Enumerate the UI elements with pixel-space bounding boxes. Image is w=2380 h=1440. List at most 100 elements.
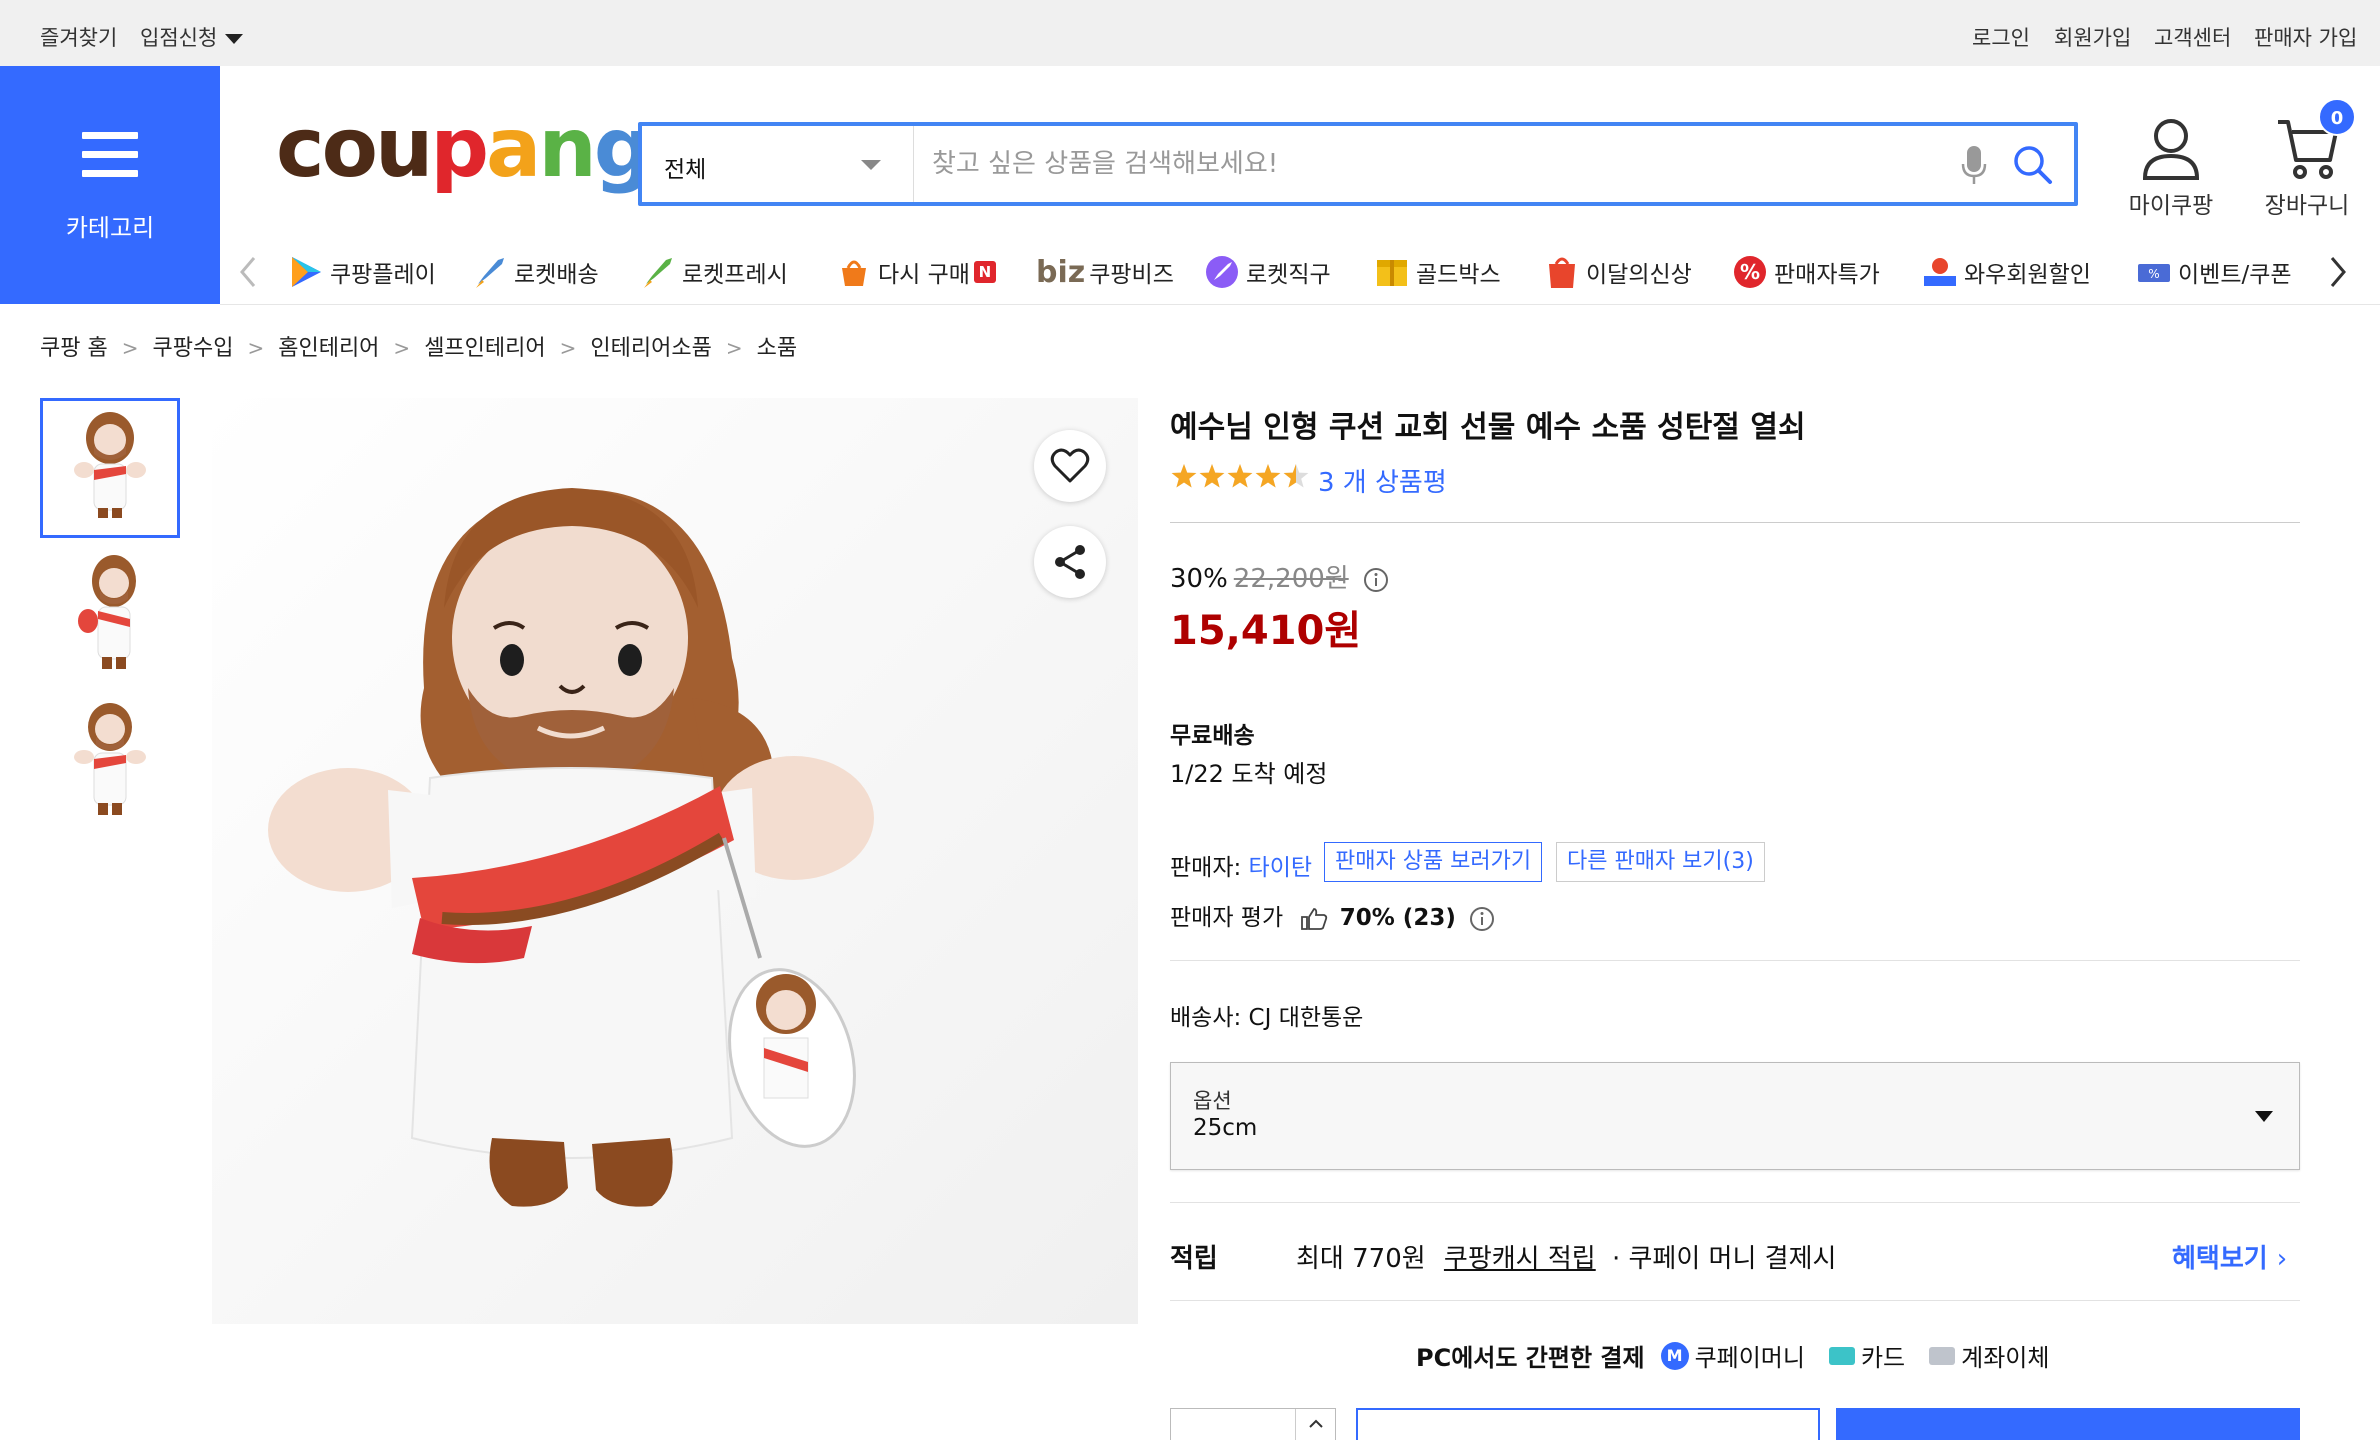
- partner-apply-link[interactable]: 입점신청: [140, 22, 244, 52]
- new-icon: [1549, 257, 1575, 288]
- mycoupang-button[interactable]: 마이쿠팡: [2118, 116, 2224, 220]
- sale-price: 15,410원: [1170, 608, 1362, 654]
- search-icon[interactable]: [2012, 144, 2054, 186]
- shortcut-repurchase[interactable]: 다시 구매 N: [836, 248, 996, 296]
- star-filled-icon: [1227, 464, 1253, 488]
- seller-name-link[interactable]: 타이탄: [1249, 855, 1312, 881]
- shortcut-seller-deal[interactable]: % 판매자특가: [1732, 248, 1880, 296]
- benefit-link[interactable]: 혜택보기 ›: [2172, 1238, 2287, 1275]
- product-thumbnail[interactable]: [40, 398, 180, 538]
- rocket-fresh-icon: [644, 258, 672, 288]
- product-thumbnail[interactable]: [40, 694, 180, 834]
- option-select[interactable]: 옵션 25cm: [1170, 1062, 2300, 1170]
- shortcut-rocket-global[interactable]: 로켓직구: [1204, 248, 1331, 296]
- share-icon: [1055, 545, 1085, 579]
- breadcrumb-item[interactable]: 소품: [757, 336, 797, 361]
- breadcrumb-item[interactable]: 쿠팡 홈: [40, 336, 108, 361]
- shortcut-rocket-delivery[interactable]: 로켓배송: [472, 248, 599, 296]
- thumbs-up-icon: [1301, 907, 1328, 930]
- breadcrumb-item[interactable]: 셀프인테리어: [424, 336, 545, 361]
- coupang-logo[interactable]: coupang: [276, 108, 652, 190]
- chevron-right-icon[interactable]: [2328, 256, 2348, 288]
- add-to-cart-button[interactable]: [1356, 1408, 1820, 1440]
- reward-label: 적립: [1170, 1244, 1218, 1274]
- divider: [1170, 960, 2300, 961]
- option-value: 25cm: [1193, 1115, 1258, 1141]
- customer-center-link[interactable]: 고객센터: [2154, 22, 2231, 52]
- cart-count-badge: 0: [2318, 98, 2356, 136]
- signup-link[interactable]: 회원가입: [2054, 22, 2131, 52]
- seller-signup-link[interactable]: 판매자 가입: [2254, 22, 2357, 52]
- chevron-up-icon: [1309, 1419, 1323, 1428]
- breadcrumb-item[interactable]: 홈인테리어: [278, 336, 379, 361]
- info-icon[interactable]: [1363, 567, 1389, 593]
- category-label: 카테고리: [65, 214, 155, 242]
- microphone-icon[interactable]: [1960, 144, 1988, 186]
- card-icon: [1828, 1346, 1855, 1365]
- search-category-value: 전체: [664, 157, 707, 183]
- easy-pay-title: PC에서도 간편한 결제: [1416, 1344, 1645, 1372]
- search-bar: 전체: [638, 122, 2078, 206]
- product-main-image[interactable]: [212, 398, 1138, 1324]
- logo-letter: n: [538, 101, 596, 196]
- product-thumbnail[interactable]: [40, 546, 180, 686]
- seller-rating-row: 판매자 평가 70% (23): [1170, 898, 1495, 932]
- shipping-title: 무료배송: [1170, 723, 1255, 749]
- seller-rating-label: 판매자 평가: [1170, 905, 1284, 931]
- search-input[interactable]: [932, 142, 1932, 186]
- share-button[interactable]: [1034, 526, 1106, 598]
- info-icon[interactable]: [1469, 906, 1495, 932]
- shortcut-wow-discount[interactable]: 와우회원할인: [1922, 248, 2091, 296]
- other-sellers-button[interactable]: 다른 판매자 보기(3): [1556, 842, 1765, 882]
- caret-down-icon: [225, 34, 244, 44]
- breadcrumb-item[interactable]: 쿠팡수입: [152, 336, 233, 361]
- reward-amount: 최대 770원: [1296, 1244, 1426, 1274]
- wishlist-button[interactable]: [1034, 430, 1106, 502]
- shortcut-label: 쿠팡비즈: [1089, 262, 1174, 288]
- shortcut-biz[interactable]: biz 쿠팡비즈: [1036, 248, 1174, 296]
- logo-letter: u: [374, 101, 433, 196]
- shortcut-coupang-play[interactable]: 쿠팡플레이: [288, 248, 436, 296]
- original-price: 22,200원: [1233, 564, 1349, 594]
- shortcut-label: 쿠팡플레이: [330, 262, 436, 288]
- star-filled-icon: [1199, 464, 1225, 488]
- coupang-cash-link[interactable]: 쿠팡캐시 적립: [1444, 1244, 1596, 1274]
- search-category-select[interactable]: 전체: [642, 126, 914, 202]
- shortcut-rocket-fresh[interactable]: 로켓프레시: [640, 248, 788, 296]
- bank-icon: [1929, 1346, 1956, 1365]
- easy-pay-row: PC에서도 간편한 결제 M 쿠페이머니 카드 계좌이체: [1416, 1338, 2049, 1373]
- quantity-stepper[interactable]: [1170, 1408, 1336, 1440]
- discount-row: 30% 22,200원: [1170, 558, 1389, 595]
- coupay-money-icon: M: [1660, 1341, 1689, 1370]
- login-link[interactable]: 로그인: [1972, 22, 2030, 52]
- pay-money-label: 쿠페이머니: [1694, 1344, 1805, 1372]
- chevron-right-icon: >: [393, 336, 411, 360]
- chevron-right-icon: ›: [2276, 1244, 2288, 1274]
- logo-letter: o: [321, 101, 378, 196]
- svg-text:%: %: [2148, 267, 2159, 281]
- shortcut-label: 로켓직구: [1246, 262, 1331, 288]
- review-count-link[interactable]: 3 개 상품평: [1318, 462, 1447, 499]
- star-filled-icon: [1255, 464, 1281, 488]
- category-menu-button[interactable]: 카테고리: [0, 66, 220, 304]
- shortcut-event-coupon[interactable]: % 이벤트/쿠폰: [2136, 248, 2352, 296]
- option-label: 옵션: [1193, 1089, 1232, 1113]
- mycoupang-label: 마이쿠팡: [2128, 193, 2214, 219]
- breadcrumb-item[interactable]: 인테리어소품: [590, 336, 711, 361]
- seller-products-button[interactable]: 판매자 상품 보러가기: [1324, 842, 1543, 882]
- cart-label: 장바구니: [2264, 193, 2350, 219]
- shortcut-new-arrivals[interactable]: 이달의신상: [1544, 248, 1692, 296]
- coupon-icon: %: [2138, 264, 2170, 282]
- shortcut-label: 이벤트/쿠폰: [2178, 262, 2292, 288]
- coupang-play-icon: [292, 257, 321, 287]
- quantity-up-button[interactable]: [1295, 1409, 1335, 1440]
- rating-stars: [1171, 464, 1309, 488]
- chevron-right-icon: >: [247, 336, 265, 360]
- shortcut-label: 다시 구매: [878, 262, 970, 288]
- bookmark-link[interactable]: 즐겨찾기: [40, 22, 117, 52]
- pay-card-label: 카드: [1860, 1344, 1906, 1372]
- buy-now-button[interactable]: [1836, 1408, 2300, 1440]
- chevron-right-icon: >: [559, 336, 577, 360]
- biz-icon: biz: [1036, 254, 1086, 290]
- shortcut-goldbox[interactable]: 골드박스: [1374, 248, 1501, 296]
